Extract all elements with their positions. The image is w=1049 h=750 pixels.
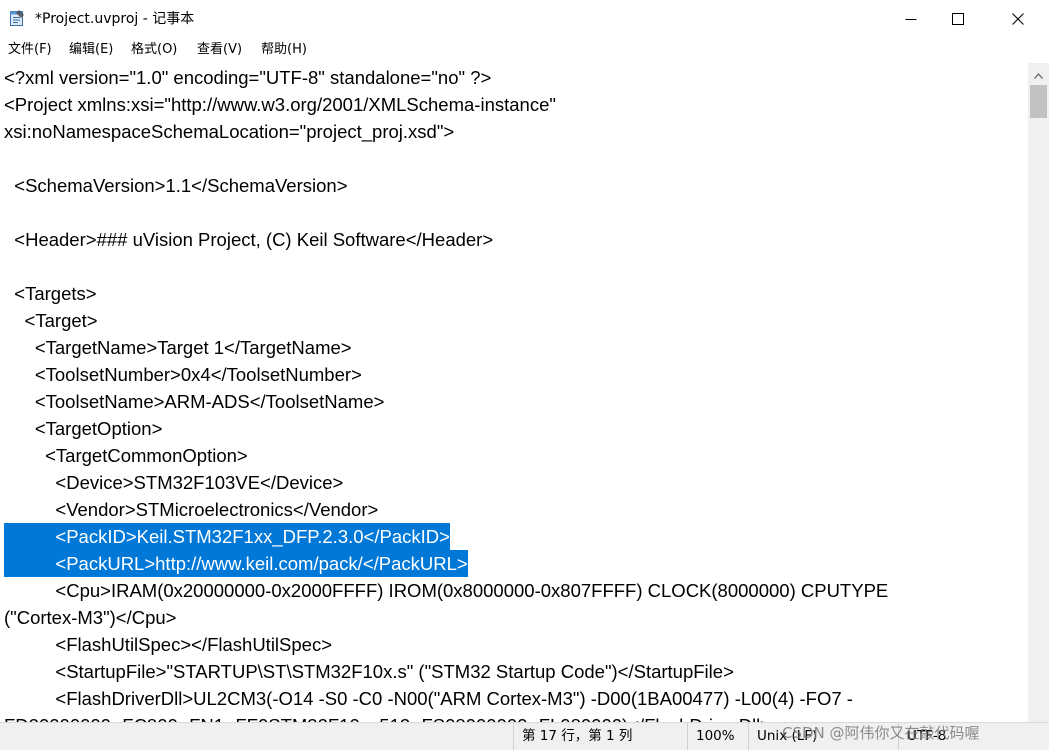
- close-icon: [1012, 10, 1024, 29]
- maximize-button[interactable]: [935, 0, 981, 38]
- editor-line: <FlashUtilSpec></FlashUtilSpec>: [4, 634, 333, 655]
- title-bar[interactable]: *Project.uvproj - 记事本: [0, 0, 1049, 38]
- editor-line: <StartupFile>"STARTUP\ST\STM32F10x.s" ("…: [4, 661, 734, 682]
- scroll-up-button[interactable]: [1028, 63, 1049, 83]
- editor-line: <?xml version="1.0" encoding="UTF-8" sta…: [4, 67, 492, 88]
- maximize-icon: [952, 10, 964, 29]
- editor-line: <TargetName>Target 1</TargetName>: [4, 337, 352, 358]
- editor-line: <SchemaVersion>1.1</SchemaVersion>: [4, 175, 348, 196]
- menu-bar: 文件(F) 编辑(E) 格式(O) 查看(V) 帮助(H): [0, 38, 1049, 62]
- editor-line: ("Cortex-M3")</Cpu>: [4, 607, 177, 628]
- close-button[interactable]: [995, 0, 1041, 38]
- editor-line: <ToolsetNumber>0x4</ToolsetNumber>: [4, 364, 362, 385]
- scrollbar-thumb[interactable]: [1030, 85, 1047, 118]
- editor-line: <TargetCommonOption>: [4, 445, 248, 466]
- editor-line: <Header>### uVision Project, (C) Keil So…: [4, 229, 494, 250]
- editor-line: <Project xmlns:xsi="http://www.w3.org/20…: [4, 94, 556, 115]
- editor-line: <PackURL>http://www.keil.com/pack/</Pack…: [4, 550, 468, 577]
- minimize-button[interactable]: [888, 0, 934, 38]
- menu-file[interactable]: 文件(F): [8, 38, 52, 62]
- editor-line: <Targets>: [4, 283, 97, 304]
- menu-help[interactable]: 帮助(H): [261, 38, 307, 62]
- text-editor[interactable]: <?xml version="1.0" encoding="UTF-8" sta…: [0, 63, 1028, 722]
- menu-view[interactable]: 查看(V): [197, 38, 242, 62]
- editor-line: <PackID>Keil.STM32F1xx_DFP.2.3.0</PackID…: [4, 523, 450, 550]
- menu-format[interactable]: 格式(O): [131, 38, 177, 62]
- editor-line: <Device>STM32F103VE</Device>: [4, 472, 344, 493]
- editor-line: xsi:noNamespaceSchemaLocation="project_p…: [4, 121, 455, 142]
- menu-edit[interactable]: 编辑(E): [69, 38, 113, 62]
- editor-line: <Vendor>STMicroelectronics</Vendor>: [4, 499, 379, 520]
- editor-line: <ToolsetName>ARM-ADS</ToolsetName>: [4, 391, 385, 412]
- window-title: *Project.uvproj - 记事本: [35, 11, 195, 27]
- editor-line: <TargetOption>: [4, 418, 163, 439]
- editor-line: <Cpu>IRAM(0x20000000-0x2000FFFF) IROM(0x…: [4, 580, 889, 601]
- chevron-up-icon: [1034, 64, 1043, 83]
- notepad-icon: [9, 9, 25, 27]
- status-cursor-position: 第 17 行，第 1 列: [513, 723, 700, 750]
- editor-line: <FlashDriverDll>UL2CM3(-O14 -S0 -C0 -N00…: [4, 688, 853, 709]
- minimize-icon: [905, 10, 917, 29]
- editor-line: <Target>: [4, 310, 98, 331]
- watermark: CSDN @阿伟你又在敲代码喔: [782, 724, 980, 742]
- editor-line: FD20000000 -FC800 -FN1 -FF0STM32F10x_512…: [4, 712, 771, 722]
- vertical-scrollbar[interactable]: [1028, 63, 1049, 722]
- status-zoom: 100%: [687, 723, 748, 750]
